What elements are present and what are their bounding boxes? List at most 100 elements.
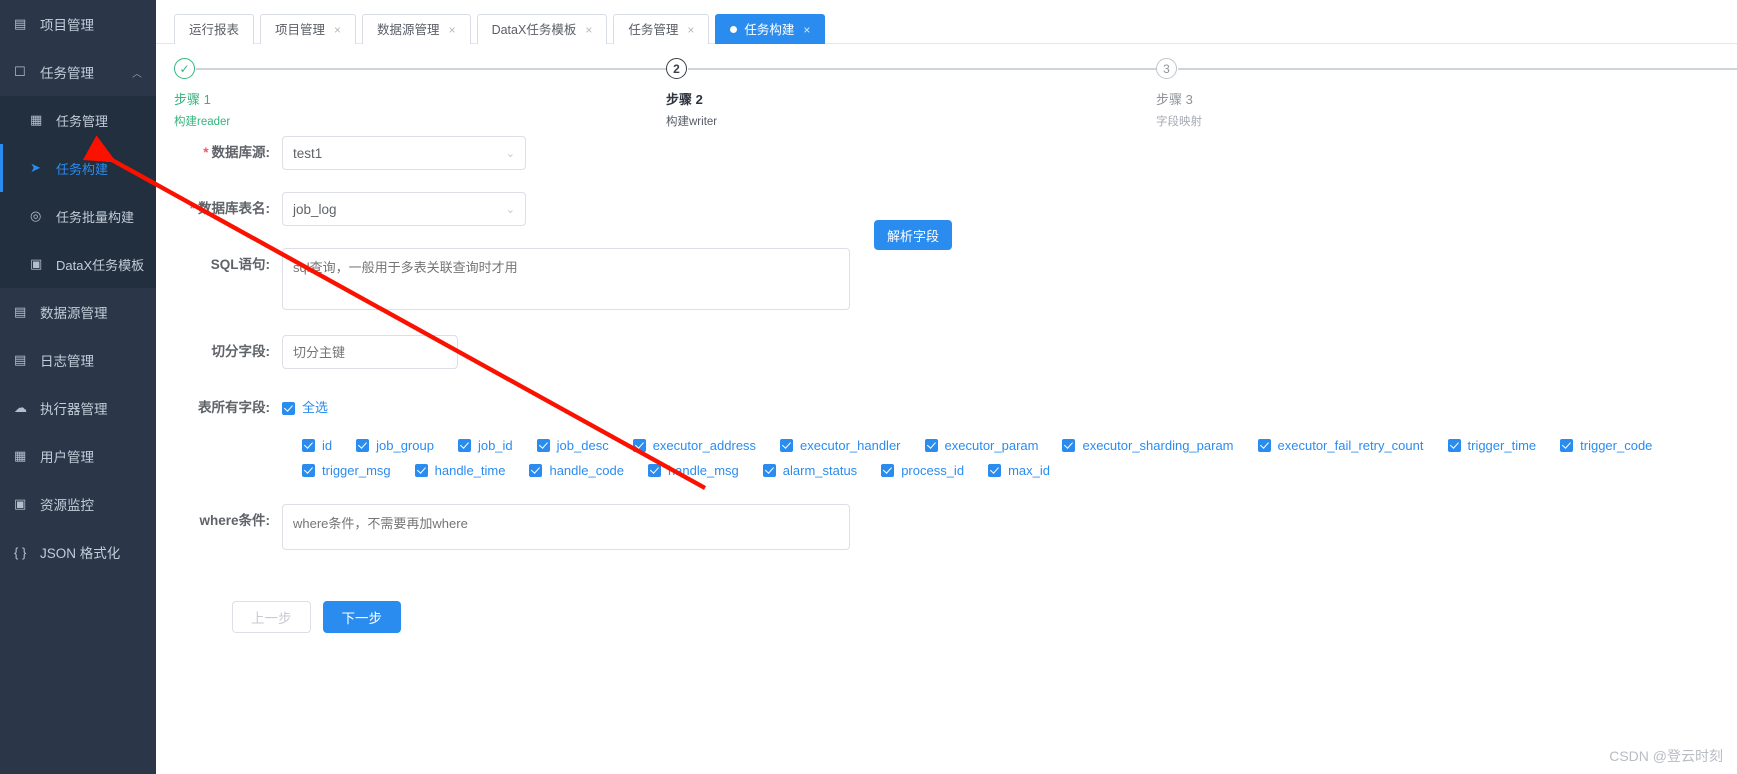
checkbox-checked-icon	[780, 438, 794, 452]
prev-step-button[interactable]: 上一步	[232, 600, 311, 633]
sidebar-item-1[interactable]: ☐ 任务管理 ︿	[0, 48, 156, 96]
field-checkbox-trigger_msg[interactable]: trigger_msg	[302, 463, 391, 478]
split-field-input[interactable]	[282, 335, 458, 369]
field-checkbox-executor_param[interactable]: executor_param	[924, 438, 1038, 453]
tab-4[interactable]: 任务管理 ×	[613, 14, 710, 44]
checkbox-checked-icon	[302, 438, 315, 452]
field-checkbox-label: id	[322, 437, 333, 453]
document-icon: ▤	[14, 352, 27, 367]
field-checkbox-handle_code[interactable]: handle_code	[529, 463, 624, 478]
field-checkbox-handle_msg[interactable]: handle_msg	[647, 463, 739, 478]
field-checkbox-job_id[interactable]: job_id	[457, 438, 513, 453]
sql-input[interactable]	[282, 248, 850, 310]
tab-1[interactable]: 项目管理 ×	[260, 14, 357, 44]
close-icon[interactable]: ×	[334, 16, 341, 44]
tab-2[interactable]: 数据源管理 ×	[362, 14, 471, 44]
sidebar-submenu: ▦ 任务管理 ➤ 任务构建 ◎ 任务批量构建 ▣ DataX任务模板	[0, 96, 156, 288]
sidebar-item-3[interactable]: ➤ 任务构建	[0, 144, 156, 192]
checkbox-checked-icon	[414, 463, 428, 477]
field-checkbox-executor_sharding_param[interactable]: executor_sharding_param	[1062, 438, 1234, 453]
step-connector-1	[688, 68, 1156, 70]
table-label: * 数据库表名:	[189, 201, 270, 216]
field-checkbox-process_id[interactable]: process_id	[881, 463, 964, 478]
next-step-button[interactable]: 下一步	[322, 600, 401, 633]
sidebar-item-8[interactable]: ☁ 执行器管理	[0, 384, 156, 432]
field-checkbox-label: job_desc	[556, 437, 609, 453]
form-row-sql: SQL语句:	[156, 248, 1737, 313]
field-checkbox-alarm_status[interactable]: alarm_status	[762, 463, 857, 478]
sidebar-item-label: 资源监控	[40, 498, 94, 513]
required-asterisk: *	[189, 201, 195, 216]
tab-label: DataX任务模板	[491, 22, 577, 37]
datasource-label: * 数据库源:	[203, 145, 270, 160]
tab-0[interactable]: 运行报表	[174, 14, 255, 44]
select-all-checkbox[interactable]: 全选	[282, 391, 328, 425]
compass-icon: ◎	[30, 208, 42, 223]
checkbox-checked-icon	[1257, 438, 1271, 452]
parse-fields-button[interactable]: 解析字段	[874, 220, 953, 250]
step-connector-0	[196, 68, 666, 70]
field-checkbox-executor_handler[interactable]: executor_handler	[780, 438, 901, 453]
field-checkbox-executor_address[interactable]: executor_address	[632, 437, 757, 453]
sidebar-item-7[interactable]: ▤ 日志管理	[0, 336, 156, 384]
field-checkbox-executor_fail_retry_count[interactable]: executor_fail_retry_count	[1257, 438, 1424, 453]
field-checkbox-trigger_code[interactable]: trigger_code	[1560, 438, 1652, 453]
field-checkbox-trigger_time[interactable]: trigger_time	[1447, 438, 1536, 453]
split-label: 切分字段:	[211, 344, 271, 359]
step-number: 3	[1156, 58, 1177, 79]
field-checkbox-label: trigger_msg	[322, 462, 391, 478]
tab-3[interactable]: DataX任务模板 ×	[476, 14, 608, 44]
clipboard-icon: ▣	[30, 256, 43, 271]
checkbox-checked-icon	[356, 438, 370, 452]
build-form: * 数据库源: test1 ⌄ * 数据库表名: job_log ⌄ SQL语句:	[156, 124, 1737, 633]
tab-label: 任务管理	[628, 22, 679, 37]
step-title: 步骤 3	[1156, 92, 1193, 107]
monitor-icon: ☐	[14, 64, 26, 79]
tab-bar: 运行报表 项目管理 × 数据源管理 × DataX任务模板 × 任务管理 × 任务构建 ×	[156, 0, 1737, 44]
field-checkbox-id[interactable]: id	[302, 438, 332, 453]
close-icon[interactable]: ×	[803, 16, 810, 44]
sidebar-item-5[interactable]: ▣ DataX任务模板	[0, 240, 156, 288]
field-checkbox-handle_time[interactable]: handle_time	[414, 463, 505, 478]
sidebar-item-9[interactable]: ▦ 用户管理	[0, 432, 156, 480]
sidebar-item-label: 任务管理	[40, 66, 94, 81]
tab-5[interactable]: 任务构建 ×	[715, 14, 826, 44]
where-label: where条件:	[199, 512, 270, 528]
field-checkbox-label: job_group	[376, 437, 434, 453]
tab-label: 运行报表	[189, 22, 240, 37]
close-icon[interactable]: ×	[585, 16, 592, 44]
sidebar-item-11[interactable]: { } JSON 格式化	[0, 528, 156, 576]
datasource-select[interactable]: test1 ⌄	[282, 136, 526, 170]
chevron-down-icon: ⌄	[505, 147, 515, 160]
field-row-2: trigger_msg handle_time handle_code handle_…	[156, 463, 1737, 478]
field-checkbox-label: executor_address	[652, 437, 757, 453]
sidebar-item-label: 项目管理	[40, 18, 94, 33]
datasource-value: test1	[293, 145, 323, 161]
sidebar-item-2[interactable]: ▦ 任务管理	[0, 96, 156, 144]
close-icon[interactable]: ×	[449, 16, 456, 44]
field-checkbox-max_id[interactable]: max_id	[988, 463, 1050, 478]
field-checkbox-job_desc[interactable]: job_desc	[536, 437, 609, 453]
close-icon[interactable]: ×	[687, 16, 694, 44]
sidebar-item-10[interactable]: ▣ 资源监控	[0, 480, 156, 528]
field-checkbox-job_group[interactable]: job_group	[356, 438, 434, 453]
checkbox-checked-icon	[1062, 438, 1076, 452]
sidebar-item-4[interactable]: ◎ 任务批量构建	[0, 192, 156, 240]
sidebar-item-label: 执行器管理	[40, 402, 108, 417]
tab-label: 项目管理	[275, 22, 326, 37]
sidebar-item-label: 任务构建	[56, 161, 109, 177]
step-check-icon: ✓	[174, 58, 195, 79]
checkbox-checked-icon	[529, 463, 543, 477]
checkbox-checked-icon	[924, 438, 938, 452]
sidebar-item-label: 日志管理	[40, 354, 94, 369]
step-number: 2	[666, 58, 687, 79]
sidebar-item-label: 用户管理	[40, 450, 94, 465]
table-select[interactable]: job_log ⌄	[282, 192, 526, 226]
where-input[interactable]	[282, 503, 850, 550]
watermark: CSDN @登云时刻	[1609, 748, 1723, 764]
checkbox-checked-icon	[302, 463, 315, 477]
sidebar-item-6[interactable]: ▤ 数据源管理	[0, 288, 156, 336]
checkbox-checked-icon	[282, 401, 295, 415]
sidebar-item-0[interactable]: ▤ 项目管理	[0, 0, 156, 48]
checkbox-checked-icon	[457, 438, 471, 452]
